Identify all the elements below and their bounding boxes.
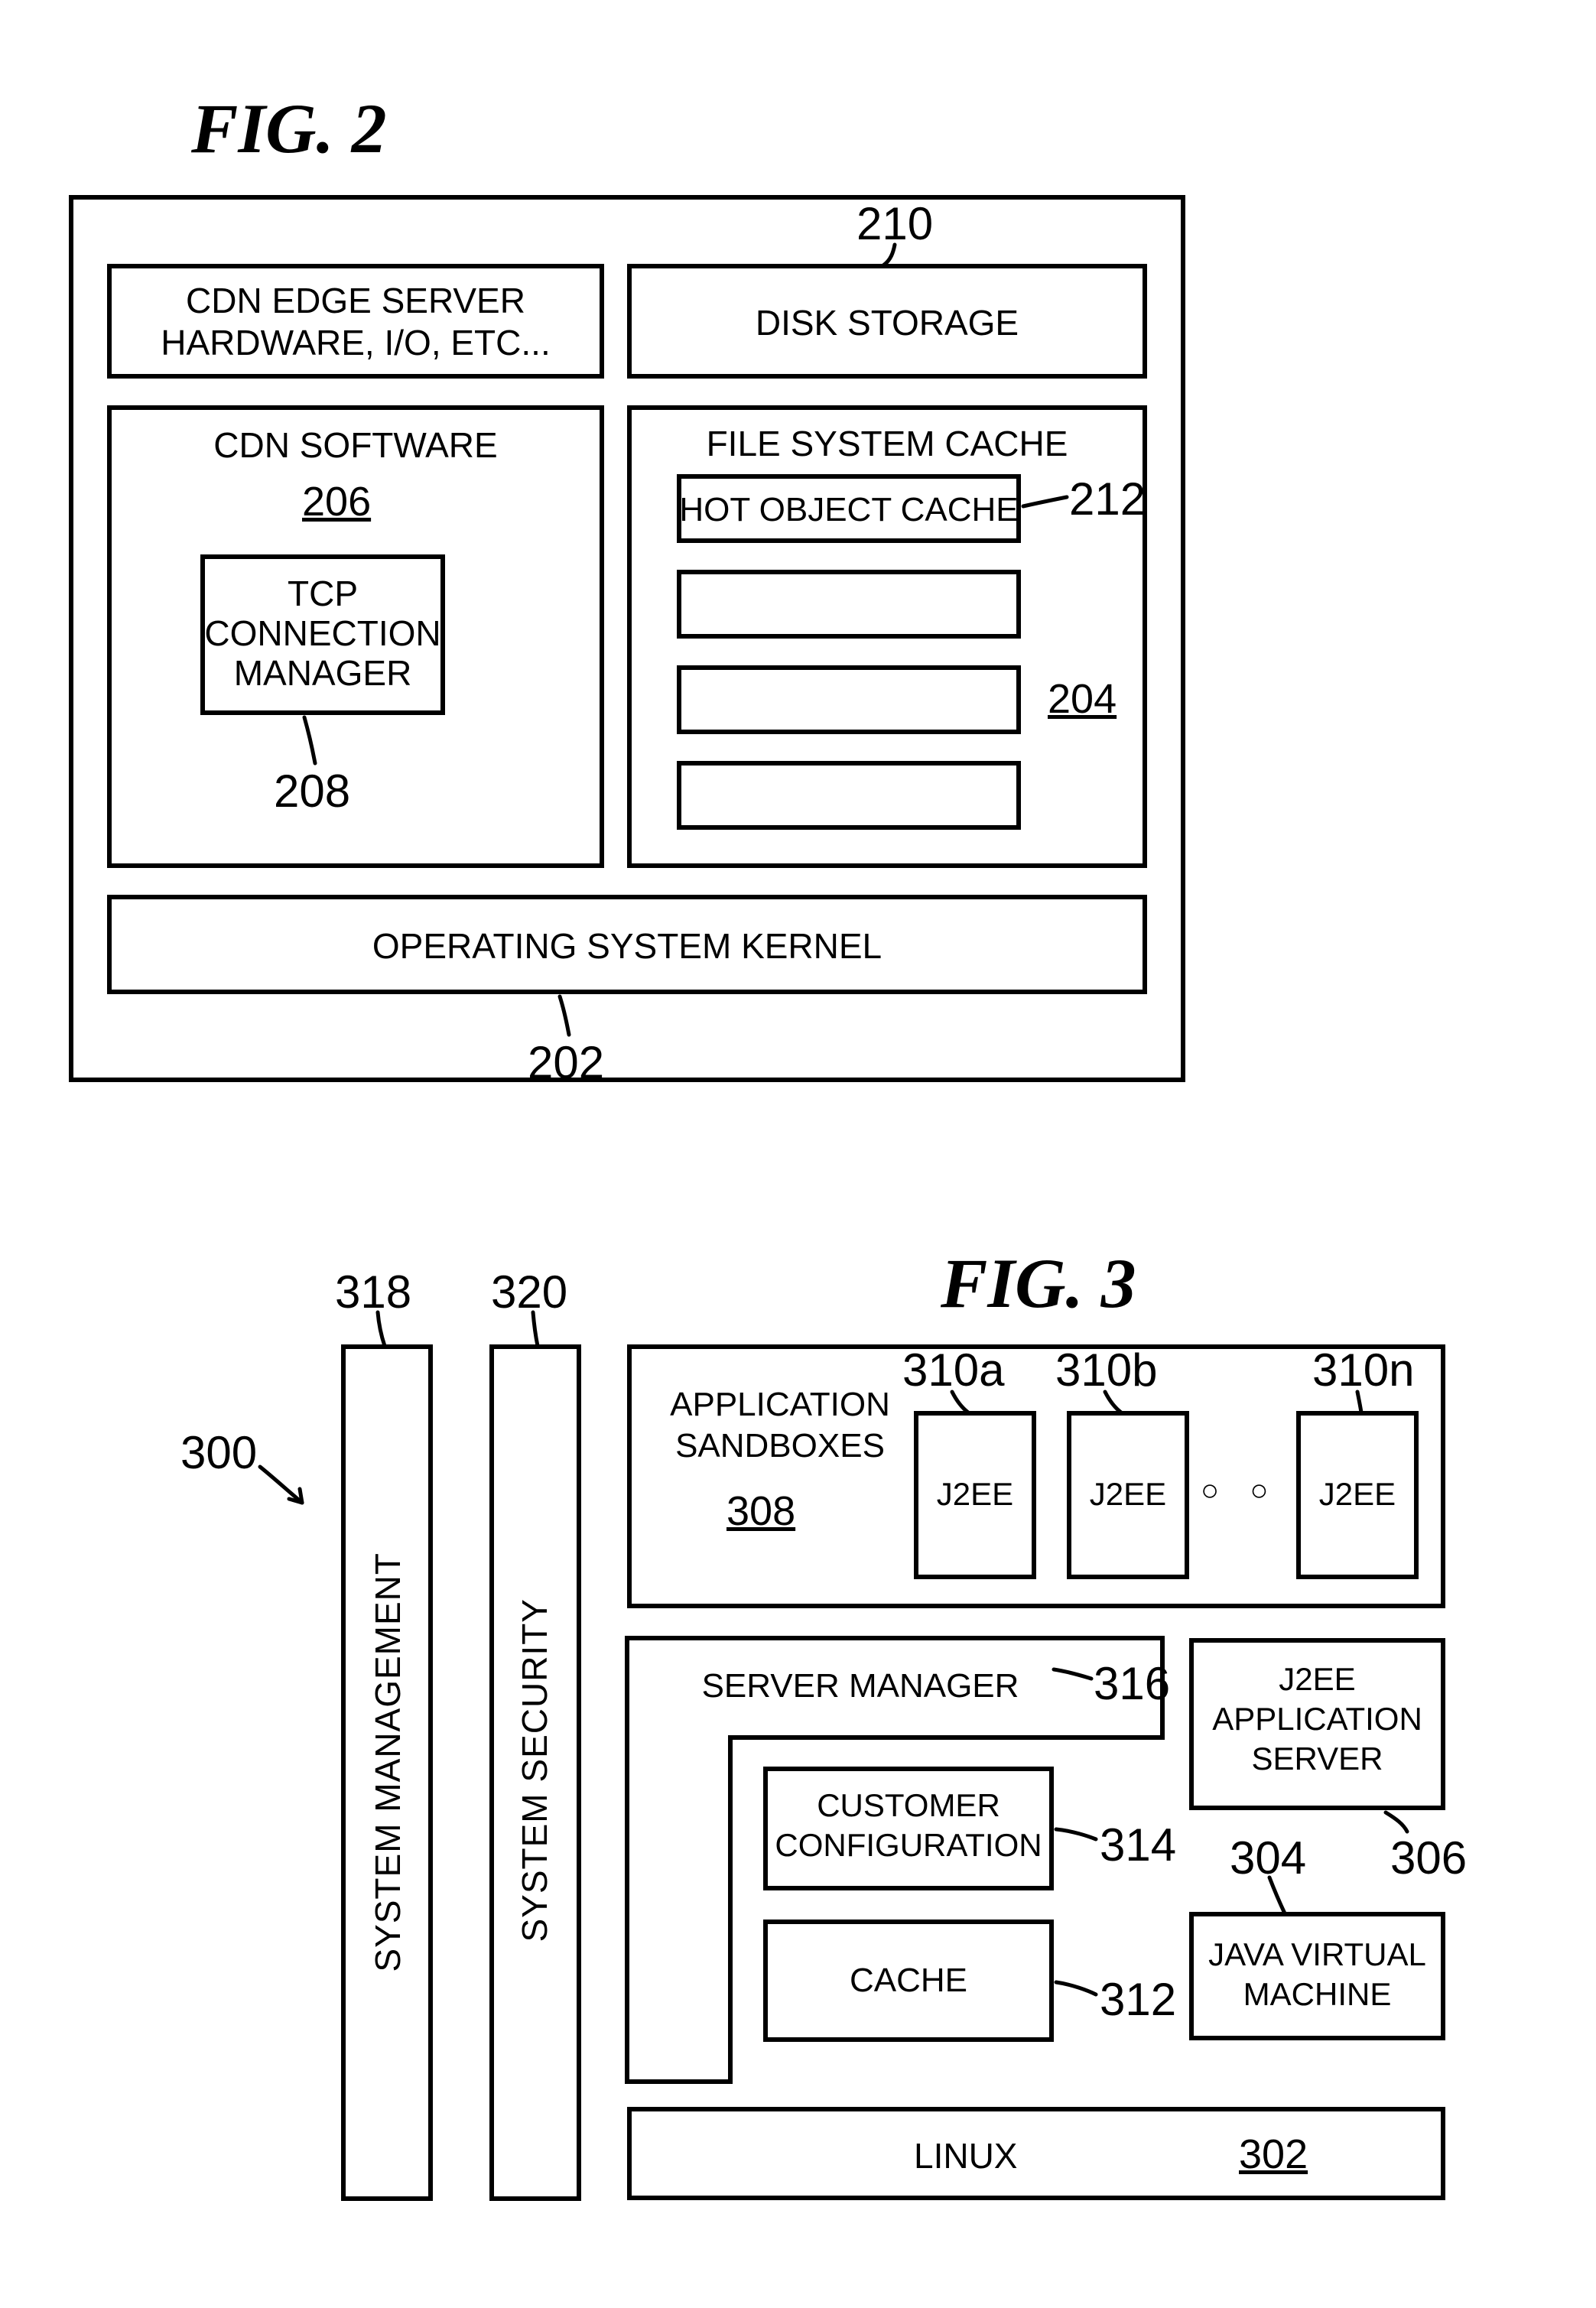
fig3-custcfg-ref: 314 <box>1100 1819 1176 1871</box>
fig3-sandboxes-label: APPLICATION SANDBOXES <box>654 1384 906 1467</box>
fig3-custcfg-label: CUSTOMER CONFIGURATION <box>763 1786 1054 1865</box>
fig3-syssec-ref: 320 <box>491 1266 567 1318</box>
fig2-title: FIG. 2 <box>191 88 387 169</box>
fig3-j2ee-b-ref: 310b <box>1055 1344 1157 1396</box>
fig3-cache-label: CACHE <box>763 1962 1054 2000</box>
fig2-cache-row-2 <box>677 665 1021 734</box>
fig3-linux-label: LINUX <box>914 2135 1017 2176</box>
fig3-300-ref: 300 <box>180 1426 257 1479</box>
fig2-kernel-label: OPERATING SYSTEM KERNEL <box>107 925 1147 967</box>
fig2-cache-row-1 <box>677 570 1021 639</box>
fig3-servermgr-ref: 316 <box>1094 1657 1170 1710</box>
fig3-j2eeapp-ref: 306 <box>1390 1832 1467 1884</box>
fig2-cdn-hw-label: CDN EDGE SERVER HARDWARE, I/O, ETC... <box>107 280 604 364</box>
fig3-j2ee-a-label: J2EE <box>914 1476 1036 1513</box>
fig3-linux-box <box>627 2107 1445 2200</box>
fig3-sysmgmt-label: SYSTEM MANAGEMENT <box>367 1552 408 1972</box>
fig3-j2ee-a-ref: 310a <box>902 1344 1004 1396</box>
fig2-cdn-sw-ref: 206 <box>302 478 371 525</box>
fig3-servermgr-label: SERVER MANAGER <box>673 1667 1048 1705</box>
fig2-cache-row-3 <box>677 761 1021 830</box>
fig2-hot-label: HOT OBJECT CACHE <box>677 491 1021 529</box>
fig3-j2eeapp-label: J2EE APPLICATION SERVER <box>1189 1659 1445 1779</box>
fig3-syssec-label: SYSTEM SECURITY <box>514 1598 555 1942</box>
fig2-kernel-ref: 202 <box>528 1036 604 1089</box>
fig3-cache-ref: 312 <box>1100 1973 1176 2026</box>
fig3-sandboxes-ref: 308 <box>726 1487 795 1535</box>
fig3-j2ee-n-ref: 310n <box>1312 1344 1414 1396</box>
fig2-disk-label: DISK STORAGE <box>627 302 1147 343</box>
fig2-disk-ref: 210 <box>857 197 933 250</box>
fig2-cdn-sw-label: CDN SOFTWARE <box>107 424 604 466</box>
fig3-j2ee-n-label: J2EE <box>1296 1476 1419 1513</box>
fig3-sysmgmt-ref: 318 <box>335 1266 411 1318</box>
fig2-hot-ref: 212 <box>1069 473 1146 525</box>
fig3-j2ee-b-label: J2EE <box>1067 1476 1189 1513</box>
fig3-jvm-ref: 304 <box>1230 1832 1306 1884</box>
fig2-fscache-ref: 204 <box>1048 675 1117 723</box>
fig3-jvm-label: JAVA VIRTUAL MACHINE <box>1189 1935 1445 2014</box>
fig3-linux-ref: 302 <box>1239 2131 1308 2178</box>
fig3-title: FIG. 3 <box>941 1243 1136 1324</box>
fig2-tcp-ref: 208 <box>274 765 350 818</box>
fig2-fscache-label: FILE SYSTEM CACHE <box>627 423 1147 464</box>
fig2-tcp-label: TCP CONNECTION MANAGER <box>200 574 445 693</box>
